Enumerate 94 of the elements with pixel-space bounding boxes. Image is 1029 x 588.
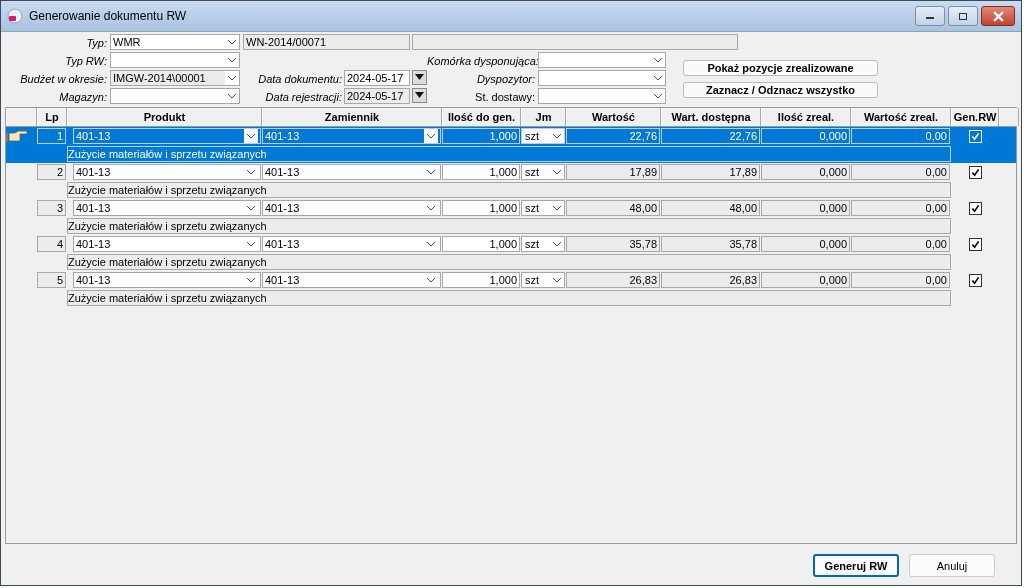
grid-row[interactable]: 5 401-13 401-13 1,000 szt 26,83 26,83 0,000 0,00 Zużycie materiałów i sprzetu związanych <box>6 271 1016 307</box>
substitute-dropdown[interactable]: 401-13 <box>262 272 441 288</box>
table-cell: 17,89 <box>566 164 660 180</box>
chevron-down-icon[interactable] <box>225 71 239 85</box>
table-cell: 0,000 <box>761 200 850 216</box>
table-cell: 5 <box>37 272 66 288</box>
chevron-down-icon[interactable] <box>244 129 258 143</box>
column-header[interactable]: Zamiennik <box>262 108 442 126</box>
table-cell: 0,000 <box>761 128 850 144</box>
substitute-dropdown[interactable]: 401-13 <box>262 200 441 216</box>
column-header[interactable]: Gen.RW <box>951 108 999 126</box>
table-cell: 0,000 <box>761 164 850 180</box>
description-cell: Zużycie materiałów i sprzetu związanych <box>67 290 951 306</box>
action-button[interactable]: Pokaż pozycje zrealizowane <box>683 60 878 76</box>
table-cell: 0,000 <box>761 236 850 252</box>
budget-dropdown[interactable]: IMGW-2014\00001 <box>110 70 240 86</box>
app-icon <box>7 8 23 24</box>
generate-button[interactable]: Generuj RW <box>813 554 899 577</box>
table-cell: 4 <box>37 236 66 252</box>
description-cell: Zużycie materiałów i sprzetu związanych <box>67 218 951 234</box>
table-cell: 0,00 <box>851 128 950 144</box>
field-label: Data rejestracji: <box>264 90 342 103</box>
quantity-field[interactable]: 1,000 <box>442 272 520 288</box>
grid-row[interactable]: 1 401-13 401-13 1,000 szt 22,76 22,76 0,000 0,00 Zużycie materiałów i sprzetu związanych <box>6 127 1016 163</box>
table-cell: 0,00 <box>851 272 950 288</box>
document-number-field: WN-2014/00071 <box>243 34 410 50</box>
maximize-button[interactable] <box>948 6 978 26</box>
column-header[interactable]: Lp <box>37 108 67 126</box>
date-field[interactable]: 2024-05-17 <box>344 88 410 104</box>
table-cell: 3 <box>37 200 66 216</box>
close-button[interactable] <box>981 6 1015 26</box>
description-cell: Zużycie materiałów i sprzetu związanych <box>67 182 951 198</box>
column-header[interactable]: Jm <box>521 108 566 126</box>
unit-dropdown[interactable]: szt <box>521 128 565 144</box>
field-label: Typ: <box>85 36 107 49</box>
column-header[interactable]: Wartość zreal. <box>851 108 951 126</box>
field-label: St. dostawy: <box>474 90 535 103</box>
unit-dropdown[interactable]: szt <box>521 164 565 180</box>
column-header[interactable]: Ilość zreal. <box>761 108 851 126</box>
field-label: Magazyn: <box>58 90 107 103</box>
table-cell: 35,78 <box>661 236 760 252</box>
type-dropdown[interactable]: WMR <box>110 34 240 50</box>
checkbox[interactable] <box>968 165 982 179</box>
unit-dropdown[interactable]: szt <box>521 200 565 216</box>
cancel-button[interactable]: Anuluj <box>909 554 995 577</box>
quantity-field[interactable]: 1,000 <box>442 200 520 216</box>
description-cell: Zużycie materiałów i sprzetu związanych <box>67 146 951 162</box>
table-cell: 22,76 <box>661 128 760 144</box>
maximize-icon <box>958 11 968 21</box>
chevron-down-icon[interactable] <box>424 129 438 143</box>
table-cell: 35,78 <box>566 236 660 252</box>
date-field[interactable]: 2024-05-17 <box>344 70 410 86</box>
product-dropdown[interactable]: 401-13 <box>73 164 261 180</box>
product-dropdown[interactable]: 401-13 <box>73 128 261 144</box>
description-cell: Zużycie materiałów i sprzetu związanych <box>67 254 951 270</box>
checkbox[interactable] <box>968 237 982 251</box>
close-icon <box>992 10 1004 22</box>
table-cell: 0,00 <box>851 200 950 216</box>
unit-dropdown[interactable]: szt <box>521 272 565 288</box>
window-title: Generowanie dokumentu RW <box>29 9 187 23</box>
table-cell: 48,00 <box>566 200 660 216</box>
field-label: Data dokumentu: <box>257 72 342 85</box>
checkbox[interactable] <box>968 273 982 287</box>
table-cell: 0,00 <box>851 164 950 180</box>
pointing-hand-icon <box>6 129 28 143</box>
unit-dropdown[interactable]: szt <box>521 236 565 252</box>
product-dropdown[interactable]: 401-13 <box>73 272 261 288</box>
field-label: Typ RW: <box>64 54 107 67</box>
product-dropdown[interactable]: 401-13 <box>73 200 261 216</box>
checkbox[interactable] <box>968 201 982 215</box>
action-button[interactable]: Zaznacz / Odznacz wszystko <box>683 82 878 98</box>
table-cell: 0,00 <box>851 236 950 252</box>
field-label: Dyspozytor: <box>475 72 535 85</box>
substitute-dropdown[interactable]: 401-13 <box>262 236 441 252</box>
column-header[interactable]: Produkt <box>67 108 262 126</box>
table-cell: 1 <box>37 128 66 144</box>
table-cell: 17,89 <box>661 164 760 180</box>
table-cell: 26,83 <box>661 272 760 288</box>
table-cell: 26,83 <box>566 272 660 288</box>
quantity-field[interactable]: 1,000 <box>442 236 520 252</box>
minimize-button[interactable] <box>915 6 945 26</box>
table-cell: 2 <box>37 164 66 180</box>
substitute-dropdown[interactable]: 401-13 <box>262 128 441 144</box>
column-header[interactable]: Wartość <box>566 108 661 126</box>
table-cell: 48,00 <box>661 200 760 216</box>
product-dropdown[interactable]: 401-13 <box>73 236 261 252</box>
column-header[interactable]: Wart. dostępna <box>661 108 761 126</box>
substitute-dropdown[interactable]: 401-13 <box>262 164 441 180</box>
table-cell: 22,76 <box>566 128 660 144</box>
table-cell: 0,000 <box>761 272 850 288</box>
quantity-field[interactable]: 1,000 <box>442 128 520 144</box>
field-label: Budżet w okresie: <box>19 72 107 85</box>
quantity-field[interactable]: 1,000 <box>442 164 520 180</box>
column-header[interactable]: Ilość do gen. <box>442 108 521 126</box>
